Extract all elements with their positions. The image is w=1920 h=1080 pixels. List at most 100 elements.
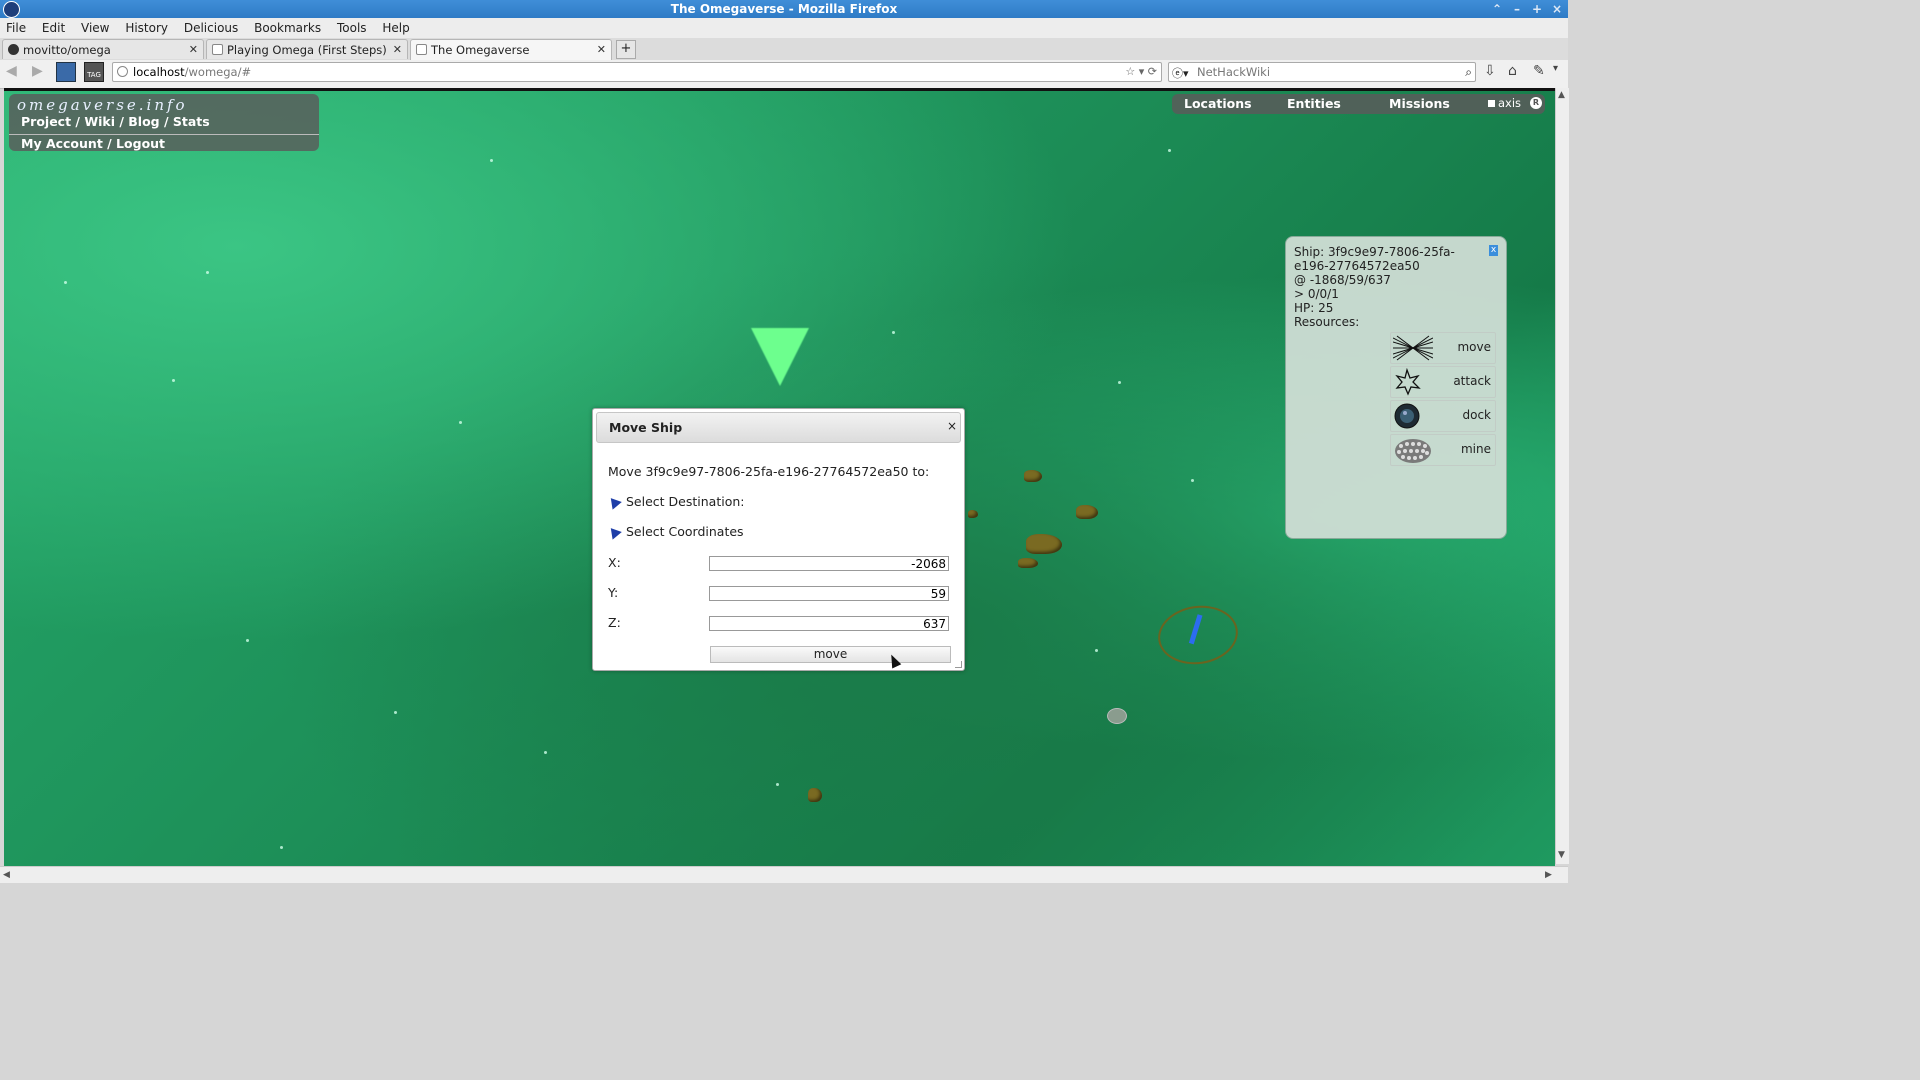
menu-delicious[interactable]: Delicious bbox=[178, 18, 244, 38]
tab-omegaverse[interactable]: The Omegaverse ✕ bbox=[410, 39, 612, 60]
asteroid[interactable] bbox=[1018, 558, 1038, 568]
dialog-prompt: Move 3f9c9e97-7806-25fa-e196-27764572ea5… bbox=[608, 464, 930, 479]
site-identity-icon[interactable] bbox=[117, 66, 128, 77]
axis-checkbox[interactable] bbox=[1488, 100, 1495, 107]
horizontal-scrollbar[interactable]: ◀ ▶ bbox=[0, 866, 1568, 883]
back-icon[interactable]: ◀ bbox=[6, 63, 17, 79]
x-coordinate-input[interactable] bbox=[709, 556, 949, 571]
home-icon[interactable]: ⌂ bbox=[1508, 63, 1517, 79]
tab-playing-omega[interactable]: Playing Omega (First Steps) ✕ bbox=[206, 39, 408, 59]
axis-toggle[interactable]: axis bbox=[1488, 96, 1521, 110]
menu-history[interactable]: History bbox=[119, 18, 174, 38]
search-engine-icon[interactable]: ⓔ▾ bbox=[1172, 65, 1189, 81]
tag-extension-icon[interactable]: TAG bbox=[84, 62, 104, 82]
site-logo[interactable]: omegaverse.info bbox=[17, 96, 188, 114]
asteroid[interactable] bbox=[1076, 505, 1098, 519]
star bbox=[490, 159, 493, 162]
menu-bookmarks[interactable]: Bookmarks bbox=[248, 18, 327, 38]
window-up-icon[interactable]: ⌃ bbox=[1490, 0, 1504, 18]
reset-button[interactable]: R bbox=[1530, 97, 1542, 109]
menu-edit[interactable]: Edit bbox=[36, 18, 71, 38]
window-maximize-icon[interactable]: + bbox=[1530, 0, 1544, 18]
dialog-close-button[interactable]: × bbox=[945, 419, 959, 433]
select-destination-label: Select Destination: bbox=[626, 494, 745, 509]
new-tab-button[interactable]: + bbox=[616, 40, 636, 59]
action-label: mine bbox=[1460, 442, 1491, 456]
select-destination-toggle[interactable]: Select Destination: bbox=[606, 494, 745, 510]
action-label: attack bbox=[1453, 374, 1491, 388]
url-dropdown-icon[interactable]: ▾ bbox=[1139, 65, 1145, 78]
menu-tools[interactable]: Tools bbox=[331, 18, 373, 38]
tab-close-icon[interactable]: ✕ bbox=[393, 40, 402, 59]
overflow-menu-icon[interactable]: ▾ bbox=[1553, 63, 1558, 74]
nav-entities[interactable]: Entities bbox=[1287, 96, 1341, 111]
menu-view[interactable]: View bbox=[75, 18, 115, 38]
bookmark-star-icon[interactable]: ☆ bbox=[1125, 65, 1135, 78]
star bbox=[246, 639, 249, 642]
ship-location: @ -1868/59/637 bbox=[1294, 273, 1391, 287]
star bbox=[1095, 649, 1098, 652]
dialog-header[interactable]: Move Ship × bbox=[596, 412, 961, 443]
z-label: Z: bbox=[608, 615, 621, 630]
tab-close-icon[interactable]: ✕ bbox=[189, 40, 198, 59]
y-coordinate-input[interactable] bbox=[709, 586, 949, 601]
forward-icon[interactable]: ▶ bbox=[32, 63, 43, 79]
search-icon[interactable]: ⌕ bbox=[1465, 63, 1472, 81]
select-coordinates-toggle[interactable]: Select Coordinates bbox=[606, 524, 744, 540]
site-links[interactable]: Project / Wiki / Blog / Stats bbox=[21, 114, 210, 129]
attack-icon bbox=[1395, 368, 1421, 396]
page-icon bbox=[212, 44, 223, 55]
ship-resources: Resources: bbox=[1294, 315, 1360, 329]
window-close-icon[interactable]: × bbox=[1550, 0, 1564, 18]
firefox-logo-icon bbox=[3, 1, 20, 18]
mine-icon bbox=[1395, 439, 1431, 463]
panel-close-button[interactable]: x bbox=[1489, 245, 1498, 256]
scroll-left-icon[interactable]: ◀ bbox=[3, 870, 10, 880]
y-label: Y: bbox=[608, 585, 619, 600]
scroll-down-icon[interactable]: ▼ bbox=[1558, 850, 1565, 860]
nav-locations[interactable]: Locations bbox=[1184, 96, 1252, 111]
attack-action-button[interactable]: attack bbox=[1390, 366, 1496, 398]
bookmark-extension-icon[interactable] bbox=[56, 62, 76, 82]
tab-close-icon[interactable]: ✕ bbox=[597, 40, 606, 60]
axis-label: axis bbox=[1498, 96, 1522, 110]
expand-arrow-icon bbox=[606, 524, 622, 540]
menu-help[interactable]: Help bbox=[376, 18, 415, 38]
nav-missions[interactable]: Missions bbox=[1389, 96, 1450, 111]
menu-file[interactable]: File bbox=[0, 18, 32, 38]
scroll-up-icon[interactable]: ▲ bbox=[1558, 90, 1565, 100]
extension-icon[interactable]: ✎ bbox=[1533, 63, 1545, 79]
star bbox=[280, 846, 283, 849]
asteroid[interactable] bbox=[1024, 470, 1042, 482]
window-minimize-icon[interactable]: – bbox=[1510, 0, 1524, 18]
reload-icon[interactable]: ⟳ bbox=[1148, 65, 1157, 78]
vertical-scrollbar[interactable]: ▲ ▼ bbox=[1555, 88, 1569, 864]
dialog-title: Move Ship bbox=[609, 420, 683, 435]
asteroid[interactable] bbox=[968, 510, 978, 518]
menubar: File Edit View History Delicious Bookmar… bbox=[0, 18, 1568, 39]
url-bar[interactable]: localhost/womega/# ☆ ▾ ⟳ bbox=[112, 62, 1162, 82]
star bbox=[1118, 381, 1121, 384]
asteroid[interactable] bbox=[1026, 534, 1062, 554]
search-input[interactable]: NetHackWiki bbox=[1197, 63, 1270, 81]
z-coordinate-input[interactable] bbox=[709, 616, 949, 631]
tab-movitto-omega[interactable]: movitto/omega ✕ bbox=[2, 39, 204, 59]
scroll-right-icon[interactable]: ▶ bbox=[1545, 870, 1552, 880]
asteroid[interactable] bbox=[808, 788, 822, 802]
star bbox=[394, 711, 397, 714]
search-bar[interactable]: ⓔ▾ NetHackWiki ⌕ bbox=[1168, 62, 1476, 82]
download-icon[interactable]: ⇩ bbox=[1484, 63, 1496, 79]
move-action-button[interactable]: move bbox=[1390, 332, 1496, 364]
page-icon bbox=[416, 44, 427, 55]
mine-action-button[interactable]: mine bbox=[1390, 434, 1496, 466]
star bbox=[544, 751, 547, 754]
account-links[interactable]: My Account / Logout bbox=[9, 134, 319, 152]
dock-action-button[interactable]: dock bbox=[1390, 400, 1496, 432]
move-submit-button[interactable]: move bbox=[710, 646, 951, 663]
ship-hp: HP: 25 bbox=[1294, 301, 1334, 315]
resize-grip-icon[interactable] bbox=[955, 661, 962, 668]
station-orb[interactable] bbox=[1107, 708, 1127, 724]
star bbox=[776, 783, 779, 786]
star bbox=[892, 331, 895, 334]
window-controls: ⌃ – + × bbox=[1490, 0, 1564, 18]
